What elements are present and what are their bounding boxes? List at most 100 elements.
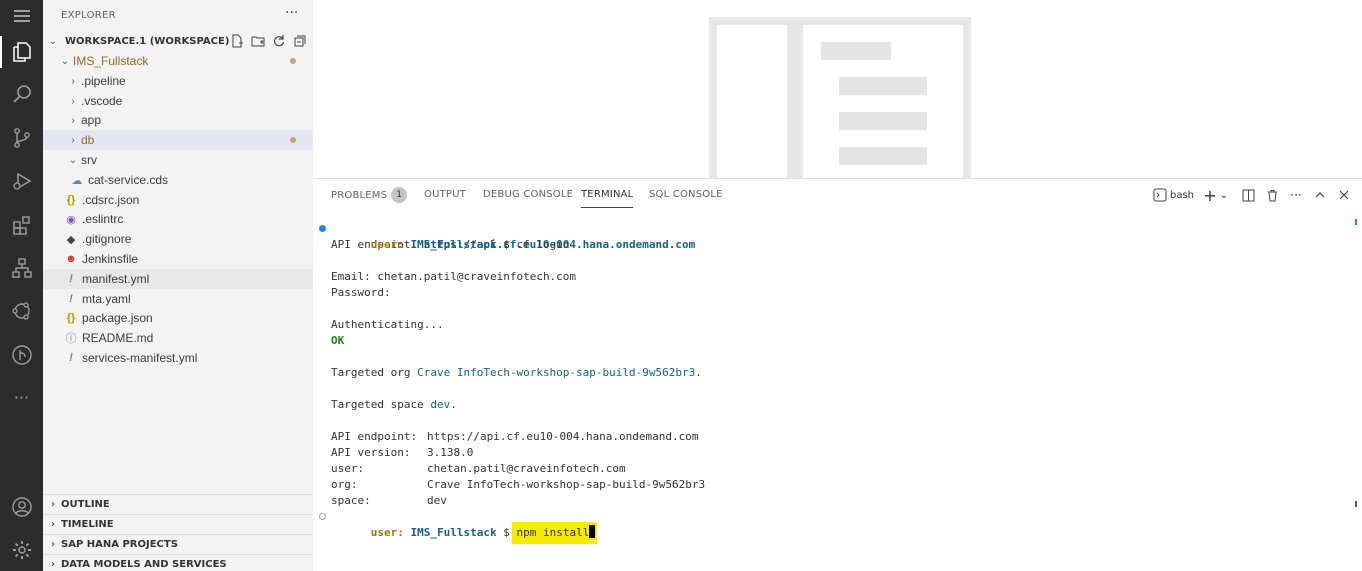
hierarchy-icon[interactable] [0, 248, 43, 288]
refresh-icon[interactable] [271, 33, 287, 49]
menu-icon[interactable] [0, 0, 43, 32]
tree-folder-db[interactable]: › db [43, 130, 313, 150]
pending-command-dot-icon [319, 513, 326, 520]
run-debug-icon[interactable] [0, 161, 43, 201]
command-success-dot-icon [319, 225, 326, 232]
section-timeline[interactable]: › TIMELINE [43, 514, 313, 534]
tree-folder-app[interactable]: › app [43, 110, 313, 130]
tree-label: .vscode [81, 94, 123, 108]
maximize-chevron-up-icon[interactable] [1312, 187, 1328, 203]
explorer-sidebar: EXPLORER ··· ⌄ WORKSPACE.1 (WORKSPACE) ⌄… [43, 0, 313, 571]
space-name: dev [430, 398, 451, 411]
terminal-line: Targeted space dev. [331, 398, 457, 411]
terminal-line: space: dev [331, 493, 705, 509]
tree-file-manifest[interactable]: ! manifest.yml [43, 269, 313, 289]
section-data-models[interactable]: › DATA MODELS AND SERVICES [43, 554, 313, 571]
prompt-dir: IMS_Fullstack [410, 238, 497, 251]
search-icon[interactable] [0, 74, 43, 114]
workspace-header[interactable]: ⌄ WORKSPACE.1 (WORKSPACE) [43, 31, 313, 51]
summary-key: space: [331, 494, 371, 507]
section-outline[interactable]: › OUTLINE [43, 494, 313, 514]
tree-label: .cdsrc.json [82, 193, 140, 207]
prompt-symbol: $ [503, 238, 510, 251]
trash-icon[interactable] [1264, 187, 1280, 203]
settings-gear-icon[interactable] [0, 530, 43, 570]
summary-key: user: [331, 462, 365, 475]
tab-terminal[interactable]: TERMINAL [581, 189, 634, 208]
explorer-more-icon[interactable]: ··· [285, 5, 298, 21]
tree-file-mta[interactable]: ! mta.yaml [43, 289, 313, 309]
git-graph-icon[interactable] [0, 335, 43, 375]
summary-value: dev [427, 494, 447, 507]
problems-count-badge: 1 [391, 187, 408, 203]
tree-file-readme[interactable]: ⓘ README.md [43, 328, 313, 348]
chevron-right-icon: › [50, 559, 56, 570]
cds-file-icon: ☁ [71, 174, 83, 187]
password-label: Password: [331, 286, 391, 299]
close-icon[interactable] [1336, 187, 1352, 203]
account-icon[interactable] [0, 487, 43, 527]
tree-folder-srv[interactable]: ⌄ srv [43, 150, 313, 170]
extensions-icon[interactable] [0, 205, 43, 245]
split-terminal-icon[interactable] [1240, 187, 1256, 203]
tree-file-cdsrc[interactable]: {} .cdsrc.json [43, 190, 313, 210]
tree-file-services-manifest[interactable]: ! services-manifest.yml [43, 348, 313, 368]
jenkins-file-icon: ☻ [65, 253, 77, 265]
tree-file-gitignore[interactable]: ◆ .gitignore [43, 229, 313, 249]
terminal-line: OK [331, 333, 705, 349]
chevron-down-icon: ⌄ [60, 55, 70, 67]
tree-file-jenkinsfile[interactable]: ☻ Jenkinsfile [43, 249, 313, 269]
tree-label: IMS_Fullstack [73, 54, 149, 68]
activity-bar: ··· [0, 0, 43, 571]
tree-label: Jenkinsfile [82, 252, 139, 266]
tree-label: manifest.yml [82, 272, 150, 286]
tab-problems[interactable]: PROBLEMS 1 [331, 187, 408, 203]
summary-key: org: [331, 478, 358, 491]
tree-file-package-json[interactable]: {} package.json [43, 308, 313, 328]
email-value: chetan.patil@craveinfotech.com [377, 270, 577, 283]
editor-area [313, 0, 1362, 178]
tree-folder-pipeline[interactable]: › .pipeline [43, 71, 313, 91]
summary-value: chetan.patil@craveinfotech.com [427, 462, 626, 475]
collapse-all-icon[interactable] [292, 33, 308, 49]
tree-file-cat-service[interactable]: ☁ cat-service.cds [43, 170, 313, 190]
tree-folder-vscode[interactable]: › .vscode [43, 91, 313, 111]
json-file-icon: {} [66, 194, 76, 206]
org-name: Crave InfoTech-workshop-sap-build-9w562b… [417, 366, 696, 379]
panel-tabs: PROBLEMS 1 OUTPUT DEBUG CONSOLE TERMINAL … [313, 179, 1362, 211]
tree-file-eslintrc[interactable]: ◉ .eslintrc [43, 209, 313, 229]
chevron-down-icon[interactable]: ⌄ [1216, 187, 1232, 203]
source-control-icon[interactable] [0, 118, 43, 158]
section-title: OUTLINE [61, 499, 110, 510]
highlighted-command: npm install [512, 522, 598, 544]
tab-sql-console[interactable]: SQL CONSOLE [649, 189, 723, 200]
terminal-output[interactable]: user: IMS_Fullstack $ cf login API endpo… [319, 221, 705, 544]
prompt-dir: IMS_Fullstack [410, 526, 497, 539]
tree-label: app [81, 113, 102, 127]
scrollbar-marker [1355, 501, 1357, 507]
explorer-icon[interactable] [0, 32, 43, 72]
summary-key: API version: [331, 446, 411, 459]
json-file-icon: {} [66, 312, 76, 324]
more-views-icon[interactable]: ··· [0, 377, 43, 417]
modified-dot-icon [290, 58, 296, 64]
new-folder-icon[interactable] [250, 33, 266, 49]
terminal-shell-name[interactable]: bash [1170, 190, 1194, 201]
cloud-connect-icon[interactable] [0, 291, 43, 331]
tree-label: README.md [82, 331, 154, 345]
tree-label: .gitignore [82, 232, 132, 246]
tree-folder-ims-fullstack[interactable]: ⌄ IMS_Fullstack [43, 51, 313, 71]
tab-debug-console[interactable]: DEBUG CONSOLE [483, 189, 573, 200]
terminal-line: Authenticating... [331, 317, 705, 333]
git-file-icon: ◆ [66, 233, 76, 246]
tab-output[interactable]: OUTPUT [424, 189, 466, 200]
chevron-right-icon: › [50, 519, 56, 530]
more-actions-icon[interactable]: ··· [1288, 187, 1304, 203]
tree-label: services-manifest.yml [82, 351, 198, 365]
section-sap-hana-projects[interactable]: › SAP HANA PROJECTS [43, 534, 313, 554]
new-file-icon[interactable] [229, 33, 245, 49]
chevron-right-icon: › [71, 95, 75, 107]
authenticating-text: Authenticating... [331, 318, 444, 331]
